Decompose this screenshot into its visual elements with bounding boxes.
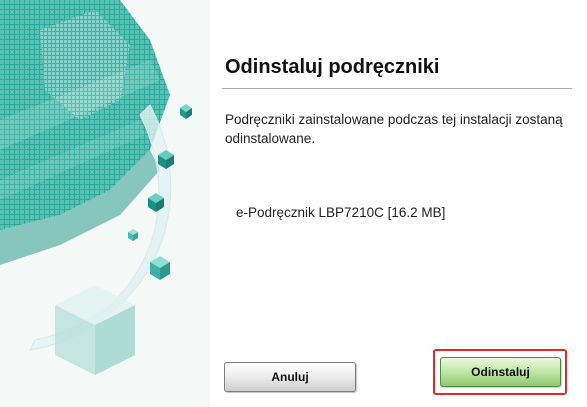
description-text: Podręczniki zainstalowane podczas tej in… <box>225 112 563 146</box>
banner-image <box>0 0 210 407</box>
content-panel: Odinstaluj podręczniki Podręczniki zains… <box>212 0 587 407</box>
page-title: Odinstaluj podręczniki <box>225 56 440 78</box>
manual-list-item: e-Podręcznik LBP7210C [16.2 MB] <box>236 205 446 220</box>
cancel-button[interactable]: Anuluj <box>224 362 356 392</box>
title-divider <box>222 88 572 89</box>
uninstall-manuals-dialog: Odinstaluj podręczniki Podręczniki zains… <box>0 0 587 407</box>
cube-graphic <box>0 0 210 407</box>
uninstall-button[interactable]: Odinstaluj <box>440 357 561 387</box>
